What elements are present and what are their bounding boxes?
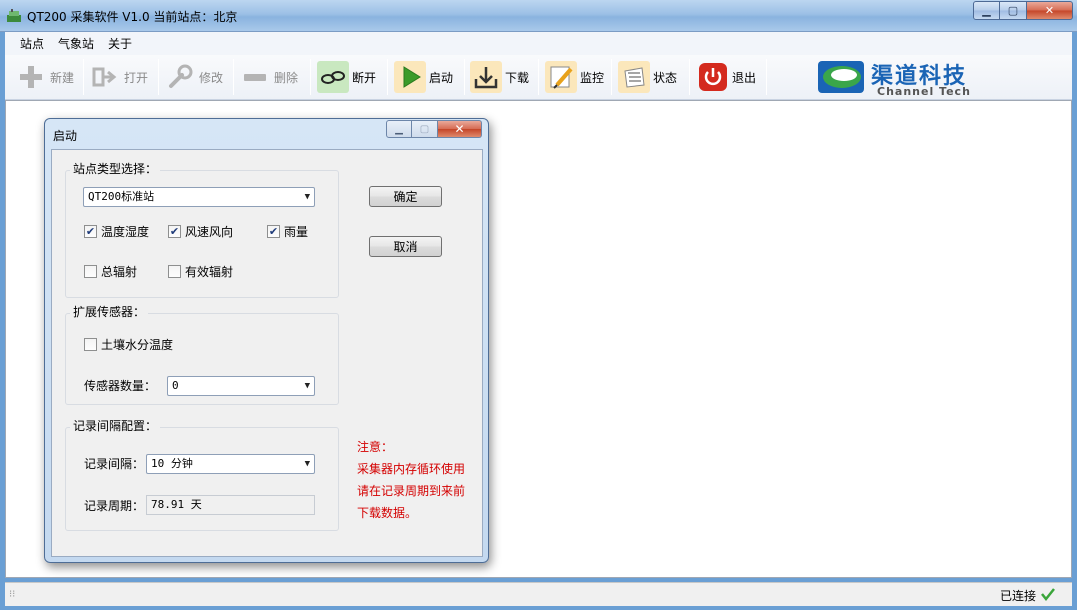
close-button[interactable]: ✕: [1027, 1, 1073, 20]
pencil-icon: [545, 61, 577, 93]
download-button[interactable]: 下载: [470, 59, 529, 95]
checkbox-temp-humidity[interactable]: ✔ 温度湿度: [84, 223, 149, 240]
warning-note: 注意： 采集器内存循环使用 请在记录周期到来前 下载数据。: [357, 436, 465, 524]
checkbox-soil[interactable]: 土壤水分温度: [84, 336, 173, 353]
checkbox-effective-radiation[interactable]: 有效辐射: [168, 263, 233, 280]
status-bar: ⁝⁝ 已连接: [5, 582, 1072, 606]
chevron-down-icon: ▼: [304, 381, 310, 391]
checkbox-box[interactable]: [84, 338, 97, 351]
checkbox-box[interactable]: [168, 265, 181, 278]
dialog-close-button[interactable]: ✕: [438, 120, 482, 138]
station-type-value: QT200标准站: [88, 190, 155, 203]
interval-select[interactable]: 10 分钟 ▼: [146, 454, 315, 474]
edit-button-label: 修改: [199, 70, 224, 85]
wrench-icon: [164, 61, 196, 93]
logo-text-en: Channel Tech: [877, 85, 971, 98]
monitor-button-label: 监控: [580, 70, 605, 85]
exit-button[interactable]: 退出: [697, 59, 756, 95]
open-arrow-icon: [89, 61, 121, 93]
menu-weather-station[interactable]: 气象站: [51, 34, 101, 54]
play-icon: [394, 61, 426, 93]
disconnect-button-label: 断开: [352, 70, 377, 85]
download-button-label: 下载: [505, 70, 530, 85]
menu-station[interactable]: 站点: [13, 34, 51, 54]
monitor-button[interactable]: 监控: [545, 59, 604, 95]
exit-button-label: 退出: [732, 70, 757, 85]
sensor-count-value: 0: [172, 379, 179, 392]
note-line: 请在记录周期到来前: [357, 484, 466, 498]
toolbar: 新建 打开 修改 删除 断开 启动 下载 监控 状态 退出 渠道科技 Chann…: [5, 55, 1072, 100]
dialog-minimize-button[interactable]: ▁: [386, 120, 412, 138]
logo-mark: [818, 61, 864, 93]
interval-value: 10 分钟: [151, 457, 193, 470]
status-button[interactable]: 状态: [618, 59, 677, 95]
edit-button[interactable]: 修改: [164, 59, 223, 95]
interval-label: 记录间隔：: [84, 457, 145, 471]
window-title: QT200 采集软件 V1.0 当前站点：北京: [27, 10, 238, 24]
checkbox-label: 土壤水分温度: [101, 338, 174, 352]
dialog-maximize-button[interactable]: ▢: [412, 120, 438, 138]
note-line: 下载数据。: [357, 506, 418, 520]
chevron-down-icon: ▼: [304, 192, 310, 202]
maximize-button[interactable]: ▢: [1000, 1, 1027, 20]
open-button-label: 打开: [124, 70, 149, 85]
app-icon: [6, 8, 22, 24]
dialog-body: 站点类型选择： QT200标准站 ▼ ✔ 温度湿度 ✔ 风速风向 ✔ 雨量 总辐…: [51, 149, 483, 557]
minus-icon: [239, 61, 271, 93]
list-icon: [618, 61, 650, 93]
link-icon: [317, 61, 349, 93]
start-dialog: 启动 ▁ ▢ ✕ 站点类型选择： QT200标准站 ▼ ✔ 温度湿度 ✔ 风速风…: [44, 118, 489, 563]
open-button[interactable]: 打开: [89, 59, 148, 95]
checkbox-label: 有效辐射: [185, 265, 234, 279]
note-line: 采集器内存循环使用: [357, 462, 466, 476]
checkbox-total-radiation[interactable]: 总辐射: [84, 263, 137, 280]
station-type-select[interactable]: QT200标准站 ▼: [83, 187, 315, 207]
chevron-down-icon: ▼: [304, 459, 310, 469]
checkbox-rain[interactable]: ✔ 雨量: [267, 223, 308, 240]
checkbox-box[interactable]: ✔: [84, 225, 97, 238]
company-logo: 渠道科技 Channel Tech: [817, 58, 977, 98]
minimize-button[interactable]: ▁: [973, 1, 1000, 20]
sensor-count-label: 传感器数量：: [84, 379, 157, 393]
record-config-label: 记录间隔配置：: [70, 417, 161, 434]
window-titlebar: QT200 采集软件 V1.0 当前站点：北京 ▁ ▢ ✕: [0, 0, 1077, 32]
period-label: 记录周期：: [84, 499, 145, 513]
power-icon: [697, 61, 729, 93]
station-type-label: 站点类型选择：: [70, 160, 161, 177]
delete-button-label: 删除: [274, 70, 299, 85]
checkbox-label: 风速风向: [185, 225, 234, 239]
dialog-title: 启动: [53, 129, 78, 143]
ext-sensor-label: 扩展传感器：: [70, 303, 149, 320]
menu-bar: 站点 气象站 关于: [5, 32, 1072, 55]
period-field: 78.91 天: [146, 495, 315, 515]
checkbox-box[interactable]: ✔: [168, 225, 181, 238]
checkbox-wind[interactable]: ✔ 风速风向: [168, 223, 233, 240]
disconnect-button[interactable]: 断开: [317, 59, 376, 95]
resize-grip[interactable]: ⁝⁝: [9, 589, 15, 600]
start-button[interactable]: 启动: [394, 59, 453, 95]
sensor-count-select[interactable]: 0 ▼: [167, 376, 315, 396]
record-config-group: [65, 427, 339, 531]
ok-button[interactable]: 确定: [369, 186, 442, 207]
status-button-label: 状态: [653, 70, 678, 85]
checkbox-label: 温度湿度: [101, 225, 150, 239]
cancel-button[interactable]: 取消: [369, 236, 442, 257]
connection-status: 已连接: [999, 589, 1036, 603]
checkbox-box[interactable]: [84, 265, 97, 278]
plus-icon: [15, 61, 47, 93]
check-icon: [1040, 586, 1056, 605]
download-icon: [470, 61, 502, 93]
checkbox-box[interactable]: ✔: [267, 225, 280, 238]
new-button[interactable]: 新建: [15, 59, 74, 95]
start-button-label: 启动: [429, 70, 454, 85]
checkbox-label: 雨量: [284, 225, 309, 239]
menu-about[interactable]: 关于: [101, 34, 139, 54]
new-button-label: 新建: [50, 70, 75, 85]
note-line: 注意：: [357, 440, 394, 454]
delete-button[interactable]: 删除: [239, 59, 298, 95]
checkbox-label: 总辐射: [101, 265, 138, 279]
